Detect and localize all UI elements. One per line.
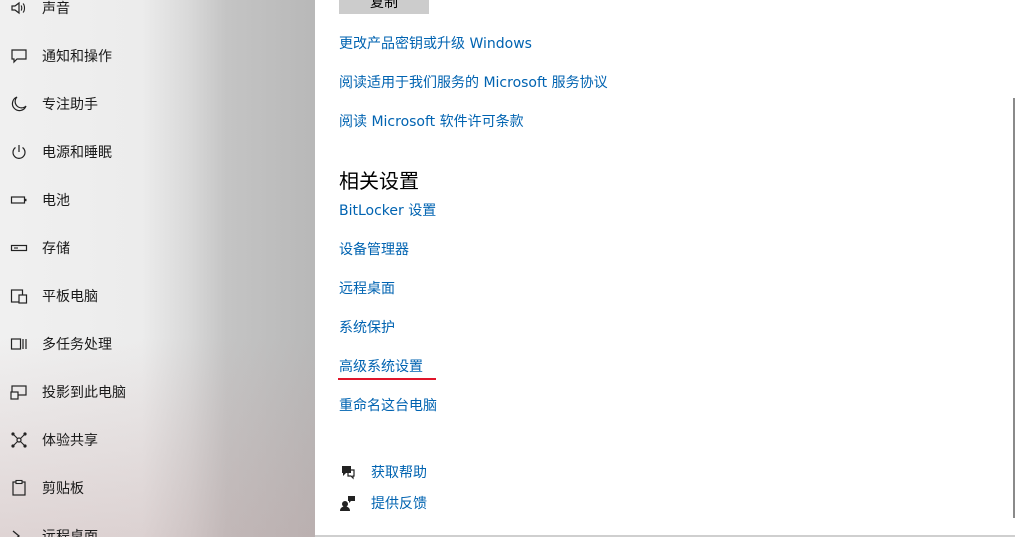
advanced-system-settings-link[interactable]: 高级系统设置 bbox=[339, 356, 423, 376]
sidebar-item-clipboard[interactable]: 剪贴板 bbox=[0, 468, 315, 508]
power-icon bbox=[10, 143, 28, 161]
sidebar-item-label: 专注助手 bbox=[42, 97, 98, 113]
main-content: 复制 更改产品密钥或升级 Windows 阅读适用于我们服务的 Microsof… bbox=[315, 0, 1015, 537]
sidebar-item-sound[interactable]: 声音 bbox=[0, 0, 315, 28]
tablet-icon bbox=[10, 287, 28, 305]
speaker-icon bbox=[10, 0, 28, 17]
sidebar-item-label: 多任务处理 bbox=[42, 337, 112, 353]
sidebar-item-label: 体验共享 bbox=[42, 433, 98, 449]
feedback-label: 提供反馈 bbox=[371, 496, 427, 512]
rename-pc-link[interactable]: 重命名这台电脑 bbox=[339, 395, 437, 415]
sidebar-item-notifications[interactable]: 通知和操作 bbox=[0, 36, 315, 76]
bitlocker-settings-link[interactable]: BitLocker 设置 bbox=[339, 200, 436, 220]
sidebar-item-battery[interactable]: 电池 bbox=[0, 180, 315, 220]
sidebar-item-label: 声音 bbox=[42, 1, 70, 17]
sidebar-item-projection[interactable]: 投影到此电脑 bbox=[0, 372, 315, 412]
sidebar-item-power-sleep[interactable]: 电源和睡眠 bbox=[0, 132, 315, 172]
share-icon bbox=[10, 431, 28, 449]
battery-icon bbox=[10, 191, 28, 209]
sidebar-item-label: 存储 bbox=[42, 241, 70, 257]
sidebar-item-remote-desktop[interactable]: 远程桌面 bbox=[0, 516, 315, 537]
sidebar-item-storage[interactable]: 存储 bbox=[0, 228, 315, 268]
related-settings-title: 相关设置 bbox=[339, 169, 419, 193]
remote-desktop-icon bbox=[10, 527, 28, 537]
multitasking-icon bbox=[10, 335, 28, 353]
help-chat-icon bbox=[339, 463, 357, 481]
microsoft-services-agreement-link[interactable]: 阅读适用于我们服务的 Microsoft 服务协议 bbox=[339, 72, 608, 92]
moon-icon bbox=[10, 95, 28, 113]
feedback-icon bbox=[339, 494, 357, 512]
feedback-link[interactable]: 提供反馈 bbox=[339, 493, 427, 513]
sidebar-item-label: 剪贴板 bbox=[42, 481, 84, 497]
storage-icon bbox=[10, 239, 28, 257]
sidebar-item-label: 平板电脑 bbox=[42, 289, 98, 305]
red-underline-annotation bbox=[338, 378, 436, 380]
notification-icon bbox=[10, 47, 28, 65]
sidebar-item-label: 远程桌面 bbox=[42, 529, 98, 537]
sidebar-item-tablet[interactable]: 平板电脑 bbox=[0, 276, 315, 316]
projection-icon bbox=[10, 383, 28, 401]
system-protection-link[interactable]: 系统保护 bbox=[339, 317, 395, 337]
sidebar-item-multitasking[interactable]: 多任务处理 bbox=[0, 324, 315, 364]
copy-button[interactable]: 复制 bbox=[339, 0, 429, 14]
remote-desktop-link[interactable]: 远程桌面 bbox=[339, 278, 395, 298]
sidebar-item-focus-assist[interactable]: 专注助手 bbox=[0, 84, 315, 124]
get-help-label: 获取帮助 bbox=[371, 465, 427, 481]
sidebar-item-label: 电源和睡眠 bbox=[42, 145, 112, 161]
change-product-key-link[interactable]: 更改产品密钥或升级 Windows bbox=[339, 33, 532, 53]
sidebar: 声音 通知和操作 专注助手 电源和睡眠 电池 存储 平板电脑 多任务处理 投影到… bbox=[0, 0, 315, 537]
device-manager-link[interactable]: 设备管理器 bbox=[339, 239, 409, 259]
get-help-link[interactable]: 获取帮助 bbox=[339, 462, 427, 482]
sidebar-item-label: 通知和操作 bbox=[42, 49, 112, 65]
sidebar-item-shared-experiences[interactable]: 体验共享 bbox=[0, 420, 315, 460]
software-license-terms-link[interactable]: 阅读 Microsoft 软件许可条款 bbox=[339, 111, 524, 131]
sidebar-item-label: 投影到此电脑 bbox=[42, 385, 126, 401]
sidebar-item-label: 电池 bbox=[42, 193, 70, 209]
clipboard-icon bbox=[10, 479, 28, 497]
